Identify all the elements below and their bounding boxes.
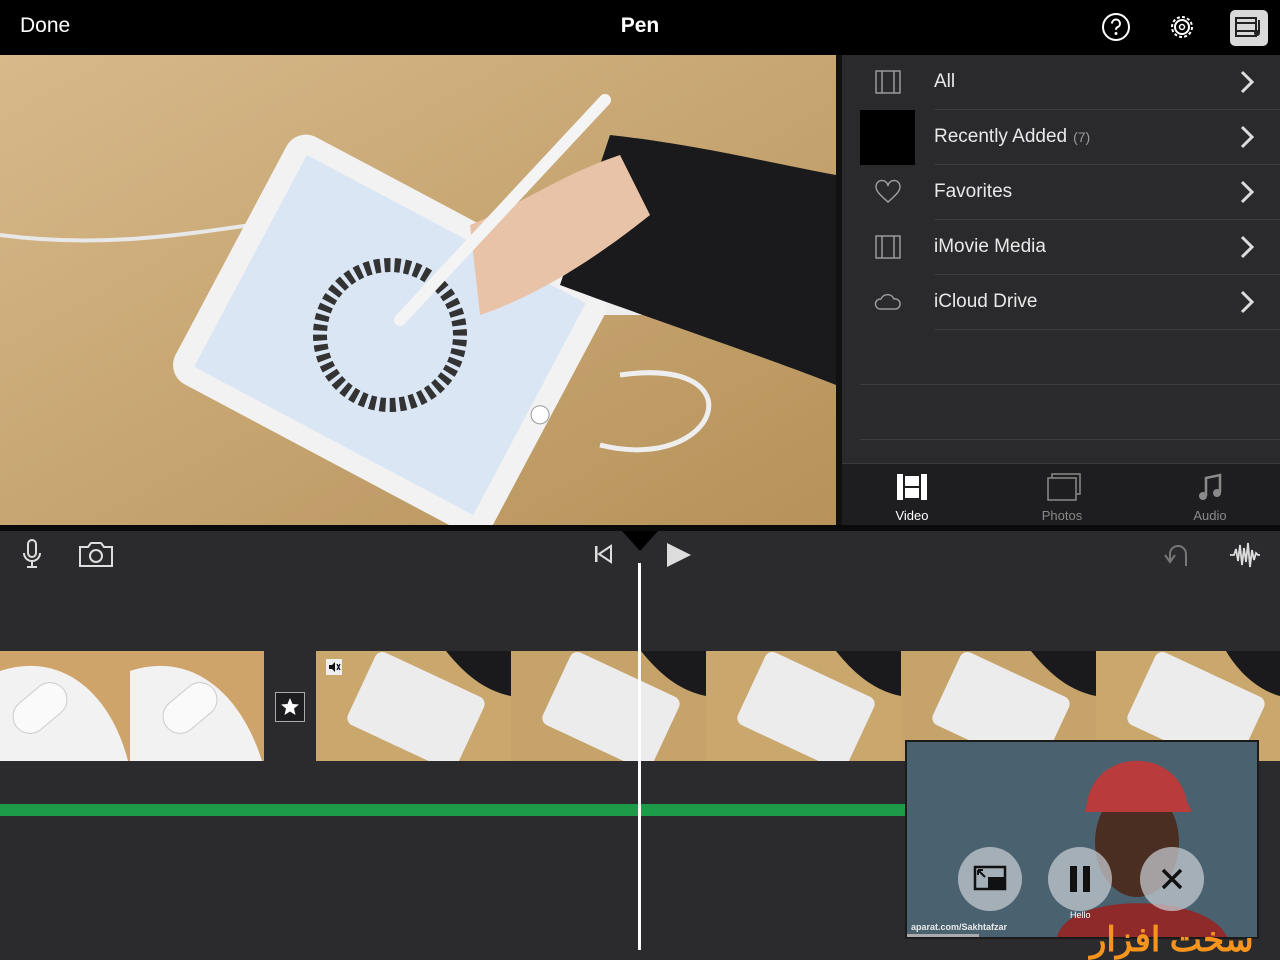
browser-item-label: Recently Added (7) xyxy=(934,126,1090,148)
microphone-icon[interactable] xyxy=(20,538,44,570)
item-count: (7) xyxy=(1073,129,1091,145)
browser-tab-bar: Video Photos Audio xyxy=(842,463,1280,526)
timeline-clip-pencil-charger[interactable] xyxy=(0,651,264,761)
tab-label: Audio xyxy=(1193,508,1227,523)
tab-label: Video xyxy=(895,508,929,523)
pause-icon xyxy=(1070,866,1090,892)
cloud-icon xyxy=(874,293,901,310)
row-divider xyxy=(934,329,1280,330)
play-icon[interactable] xyxy=(664,540,694,570)
browser-item-all[interactable]: All xyxy=(842,55,1280,110)
browser-item-imovie-media[interactable]: iMovie Media xyxy=(842,220,1280,275)
close-pip-button[interactable] xyxy=(1140,847,1204,911)
preview-frame-image xyxy=(0,55,836,525)
chevron-right-icon xyxy=(1240,125,1255,149)
browser-item-label: All xyxy=(934,71,956,92)
pip-source-label: aparat.com/Sakhtafzar xyxy=(911,922,1008,932)
browser-item-favorites[interactable]: Favorites xyxy=(842,165,1280,220)
heart-icon xyxy=(875,179,901,203)
settings-gear-icon[interactable] xyxy=(1166,11,1198,43)
photos-icon xyxy=(1047,473,1081,501)
pip-progress xyxy=(907,934,979,937)
watermark-logo: سخت افزار xyxy=(1090,921,1254,959)
pause-button[interactable] xyxy=(1048,847,1112,911)
film-strip-icon xyxy=(875,235,901,259)
browser-item-label: iMovie Media xyxy=(934,236,1046,257)
media-browser-panel: All Recently Added (7) Favorites iMovie M… xyxy=(842,55,1280,525)
chevron-right-icon xyxy=(1240,180,1255,204)
muted-speaker-icon[interactable] xyxy=(326,659,342,675)
camera-icon[interactable] xyxy=(78,540,114,568)
music-note-icon xyxy=(1199,473,1222,500)
tab-photos[interactable]: Photos xyxy=(1002,464,1122,526)
close-icon xyxy=(1161,868,1183,890)
playhead-marker xyxy=(622,531,658,551)
pip-caption: Hello xyxy=(1070,910,1091,920)
list-divider xyxy=(860,439,1280,440)
undo-icon[interactable] xyxy=(1162,540,1194,570)
chevron-right-icon xyxy=(1240,70,1255,94)
browser-item-recently-added[interactable]: Recently Added (7) xyxy=(842,110,1280,165)
skip-to-start-icon[interactable] xyxy=(592,543,614,565)
exit-pip-button[interactable] xyxy=(958,847,1022,911)
tab-label: Photos xyxy=(1041,508,1083,523)
playhead-line xyxy=(638,563,641,950)
project-title: Pen xyxy=(620,14,660,37)
video-preview[interactable] xyxy=(0,55,836,525)
clip-thumbnail xyxy=(0,651,264,761)
picture-in-picture-window[interactable]: Hello aparat.com/Sakhtafzar xyxy=(905,740,1259,939)
recent-thumbnail xyxy=(860,110,915,165)
audio-track[interactable] xyxy=(0,804,905,816)
browser-item-label: iCloud Drive xyxy=(934,291,1038,312)
chevron-right-icon xyxy=(1240,235,1255,259)
media-browser-button[interactable] xyxy=(1230,10,1268,46)
chevron-right-icon xyxy=(1240,290,1255,314)
film-strip-icon xyxy=(875,70,901,94)
audio-waveform-icon[interactable] xyxy=(1228,540,1262,570)
browser-item-label-text: Recently Added xyxy=(934,126,1068,147)
help-icon[interactable] xyxy=(1100,11,1132,43)
star-icon xyxy=(281,698,299,715)
browser-item-icloud-drive[interactable]: iCloud Drive xyxy=(842,275,1280,330)
film-strip-icon xyxy=(897,474,927,500)
exit-pip-icon xyxy=(973,865,1007,891)
tab-audio[interactable]: Audio xyxy=(1150,464,1270,526)
browser-item-label: Favorites xyxy=(934,181,1013,202)
transition-button[interactable] xyxy=(275,692,305,722)
tab-video[interactable]: Video xyxy=(852,464,972,526)
list-divider xyxy=(860,384,1280,385)
media-browser-icon xyxy=(1235,17,1260,37)
